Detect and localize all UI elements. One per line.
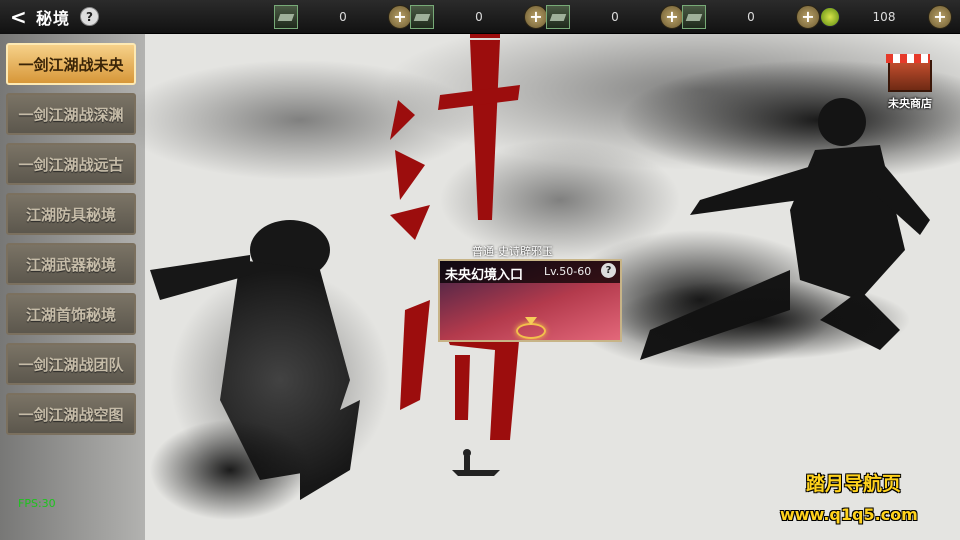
scroll-item-icon <box>546 4 570 29</box>
shop-label: 未央商店 <box>888 97 932 110</box>
scroll-item-icon <box>682 4 706 29</box>
resource-scroll-4: 0 + <box>682 3 820 30</box>
add-resource-button[interactable]: + <box>388 4 412 29</box>
dungeon-level: Lv.50-60 <box>544 265 592 278</box>
dungeon-name: 未央幻境入口 <box>445 268 524 283</box>
back-button[interactable]: < 秘境 ? <box>10 4 130 29</box>
resource-scroll-1: 0 + <box>274 3 412 30</box>
resource-scroll-3: 0 + <box>546 3 684 30</box>
watermark-url: www.q1q5.com <box>780 505 918 524</box>
back-arrow-icon: < <box>10 4 27 29</box>
sidebar-item-team[interactable]: 一剑江湖战团队 <box>6 343 136 385</box>
scroll-item-icon <box>410 4 434 29</box>
sidebar-item-armor-realm[interactable]: 江湖防具秘境 <box>6 193 136 235</box>
resource-count: 0 <box>475 9 483 24</box>
page-title: 秘境 <box>36 8 71 28</box>
sidebar-item-yuangu[interactable]: 一剑江湖战远古 <box>6 143 136 185</box>
resource-count: 108 <box>872 9 896 24</box>
dungeon-reward-tag: 普通-史诗辟邪玉 <box>472 245 553 258</box>
fps-counter: FPS:30 <box>18 497 56 510</box>
watermark-title: 踏月导航页 <box>806 473 902 495</box>
resource-scroll-2: 0 + <box>410 3 548 30</box>
jade-coin-icon <box>820 6 840 27</box>
sidebar-item-jewelry-realm[interactable]: 江湖首饰秘境 <box>6 293 136 335</box>
sidebar-item-weiyang[interactable]: 一剑江湖战未央 <box>6 43 136 85</box>
location-marker-icon <box>516 317 546 339</box>
add-resource-button[interactable]: + <box>524 4 548 29</box>
sidebar-item-kongtu[interactable]: 一剑江湖战空图 <box>6 393 136 435</box>
add-resource-button[interactable]: + <box>660 4 684 29</box>
sidebar: 一剑江湖战未央 一剑江湖战深渊 一剑江湖战远古 江湖防具秘境 江湖武器秘境 江湖… <box>0 33 145 540</box>
top-bar: < 秘境 ? 0 + 0 + 0 + 0 + 108 + <box>0 0 960 34</box>
dungeon-entrance-card[interactable]: 未央幻境入口 Lv.50-60 ? <box>438 259 622 342</box>
add-resource-button[interactable]: + <box>796 4 820 29</box>
resource-count: 0 <box>339 9 347 24</box>
scroll-item-icon <box>274 4 298 29</box>
sidebar-item-shenyuan[interactable]: 一剑江湖战深渊 <box>6 93 136 135</box>
add-resource-button[interactable]: + <box>928 4 952 29</box>
shop-stall-icon <box>886 54 932 92</box>
resource-count: 0 <box>747 9 755 24</box>
help-icon[interactable]: ? <box>601 263 616 278</box>
sidebar-item-weapon-realm[interactable]: 江湖武器秘境 <box>6 243 136 285</box>
help-icon[interactable]: ? <box>80 7 100 26</box>
resource-jade-coin: 108 + <box>820 3 952 30</box>
resource-count: 0 <box>611 9 619 24</box>
shop-button[interactable]: 未央商店 <box>880 54 940 111</box>
dungeon-card-header: 未央幻境入口 Lv.50-60 ? <box>440 261 620 283</box>
